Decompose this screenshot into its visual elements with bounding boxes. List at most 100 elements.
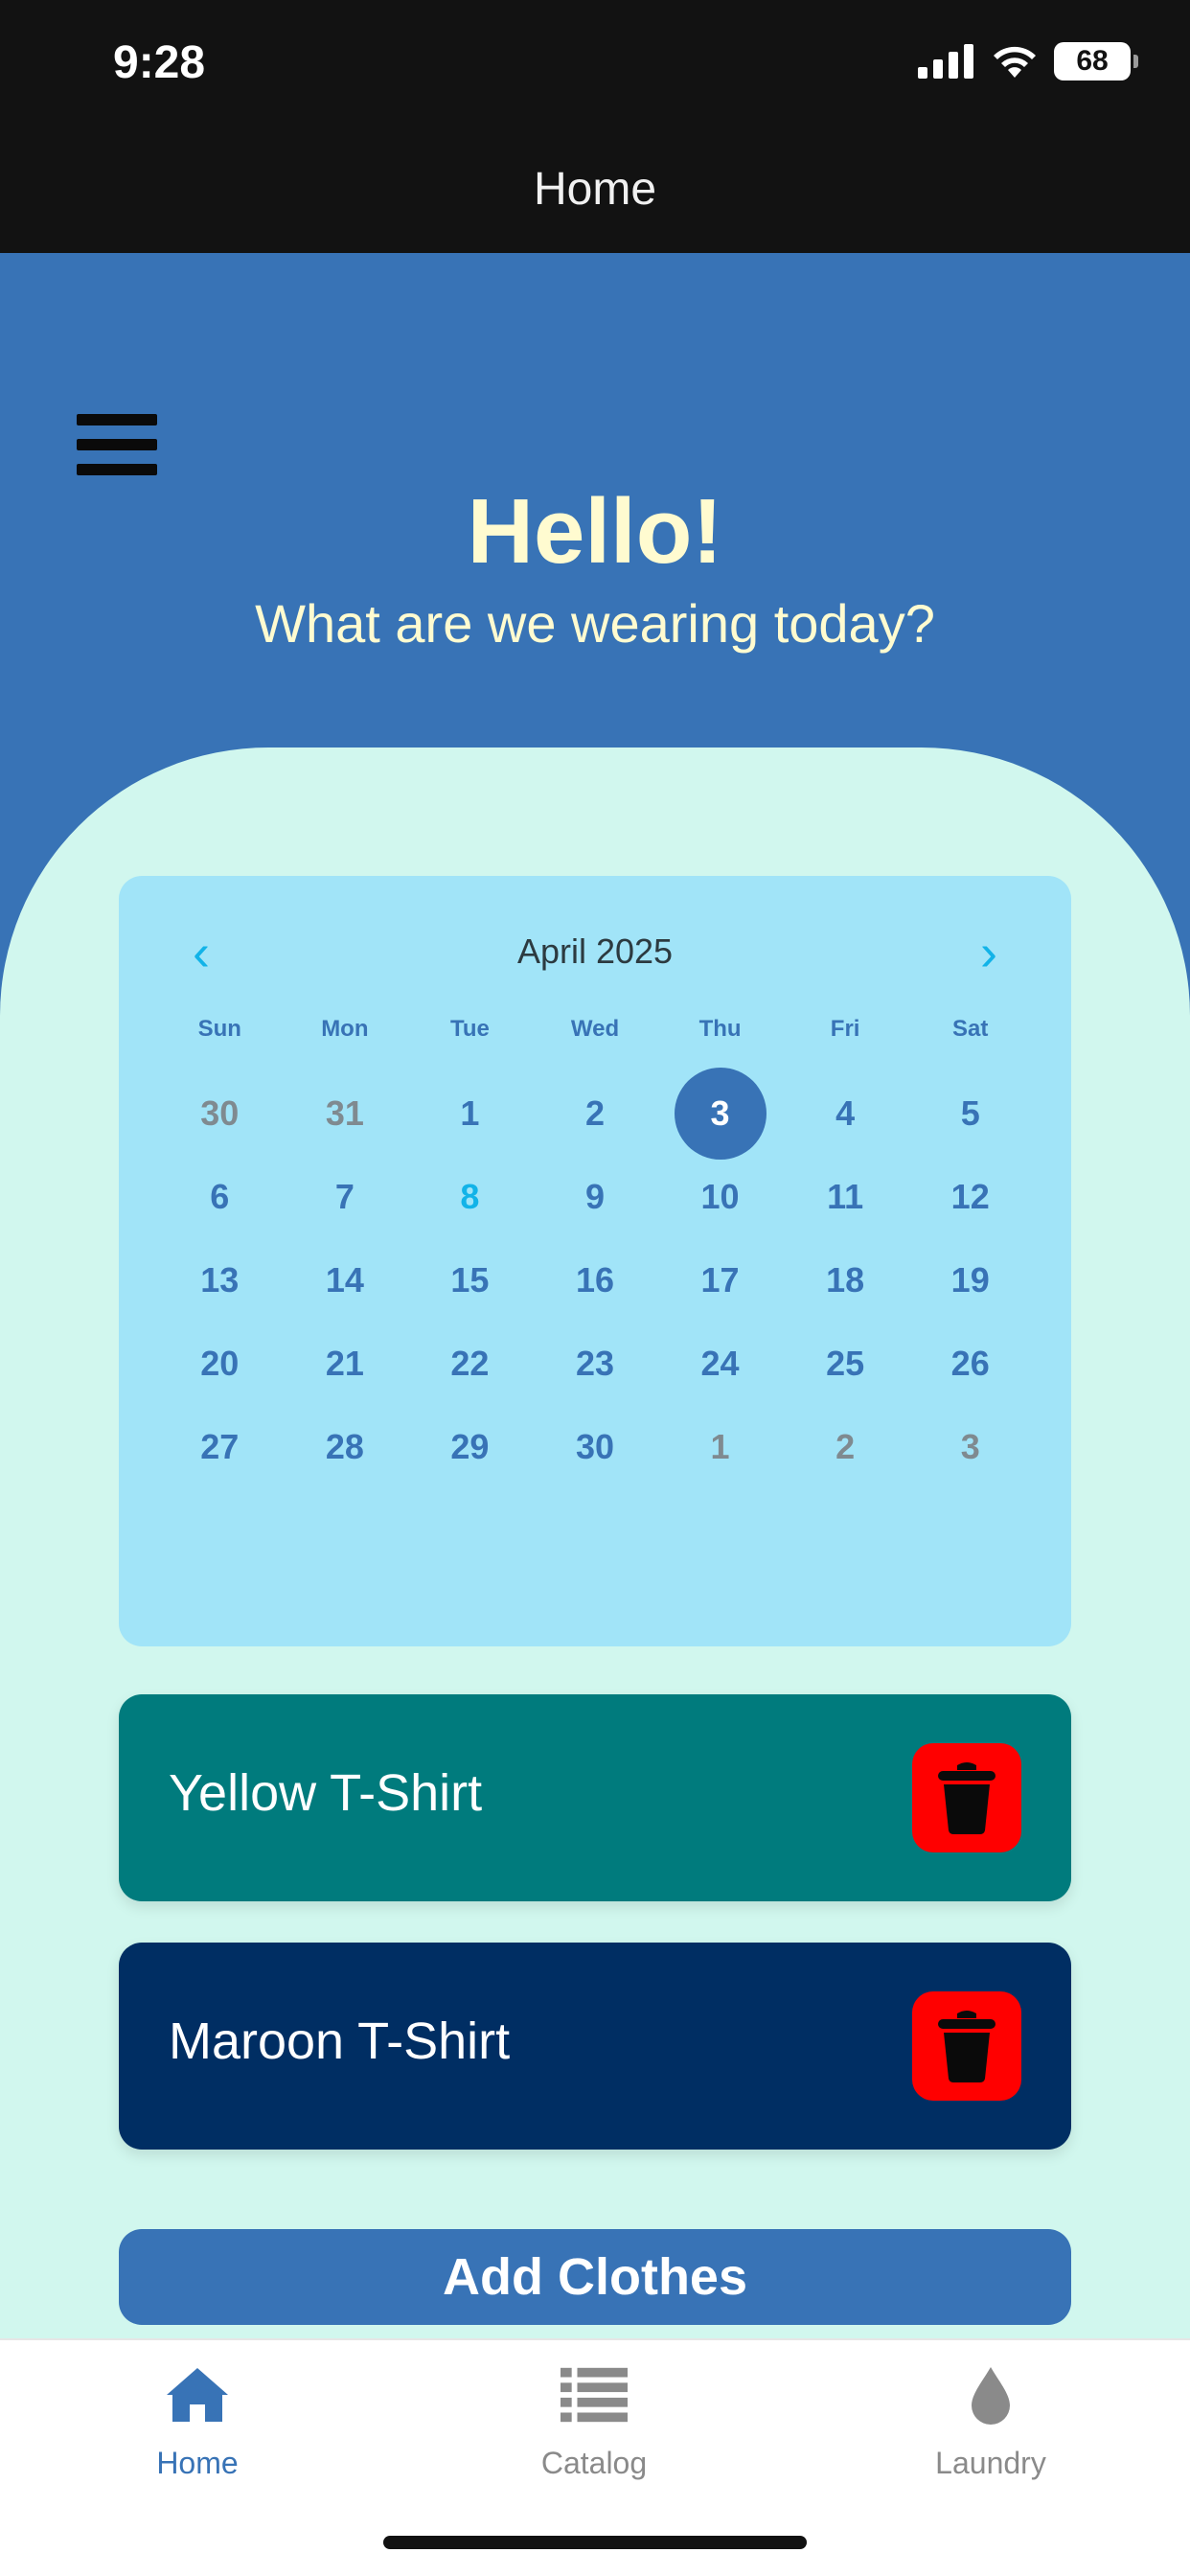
calendar-month: April 2025: [516, 932, 674, 971]
tab-label: Home: [156, 2446, 239, 2480]
calendar-day[interactable]: 5: [907, 1071, 1033, 1155]
calendar-day-number: 12: [950, 1176, 990, 1216]
calendar-day-number: 30: [575, 1426, 615, 1466]
tab-home[interactable]: Home: [82, 2361, 312, 2486]
calendar-day[interactable]: 15: [407, 1238, 533, 1322]
calendar-day[interactable]: 30: [157, 1071, 283, 1155]
calendar-day-number: 23: [575, 1343, 615, 1383]
calendar-day-number: 26: [950, 1343, 990, 1383]
calendar-day[interactable]: 27: [157, 1405, 283, 1488]
calendar-day-number: 16: [575, 1259, 615, 1300]
calendar-day-number: 6: [210, 1176, 230, 1216]
calendar-day-number: 3: [674, 1067, 767, 1160]
calendar-day[interactable]: 1: [657, 1405, 783, 1488]
calendar-day[interactable]: 21: [283, 1322, 408, 1405]
calendar-day-number: 17: [700, 1259, 740, 1300]
calendar-day[interactable]: 17: [657, 1238, 783, 1322]
calendar-day[interactable]: 10: [657, 1155, 783, 1238]
calendar-day[interactable]: 25: [783, 1322, 908, 1405]
delete-button[interactable]: [912, 1991, 1021, 2101]
calendar-day-number: 1: [710, 1426, 730, 1466]
calendar-day[interactable]: 12: [907, 1155, 1033, 1238]
calendar-day[interactable]: 7: [283, 1155, 408, 1238]
calendar-day-number: 28: [325, 1426, 364, 1466]
trash-icon: [938, 1762, 995, 1834]
home-indicator: [383, 2536, 807, 2549]
calendar-day[interactable]: 18: [783, 1238, 908, 1322]
top-bar: 9:28 68 Home: [0, 0, 1190, 253]
battery-icon: 68: [1054, 42, 1138, 80]
calendar-day-number: 8: [460, 1176, 480, 1216]
calendar-day[interactable]: 4: [783, 1071, 908, 1155]
calendar-day[interactable]: 30: [533, 1405, 658, 1488]
status-icons: 68: [918, 42, 1138, 80]
hamburger-menu-icon[interactable]: [77, 414, 157, 475]
calendar-day[interactable]: 29: [407, 1405, 533, 1488]
calendar-day[interactable]: 28: [283, 1405, 408, 1488]
calendar-day-number: 9: [584, 1176, 605, 1216]
calendar-day[interactable]: 20: [157, 1322, 283, 1405]
calendar-day[interactable]: 8: [407, 1155, 533, 1238]
greeting: Hello!: [467, 480, 723, 583]
clothing-item[interactable]: Yellow T-Shirt: [119, 1694, 1071, 1901]
weekday-label: Fri: [830, 1016, 860, 1042]
calendar-day[interactable]: 22: [407, 1322, 533, 1405]
calendar-day-number: 2: [835, 1426, 856, 1466]
add-clothes-button[interactable]: Add Clothes: [119, 2229, 1071, 2325]
calendar-day[interactable]: 26: [907, 1322, 1033, 1405]
calendar-weekdays: Sun Mon Tue Wed Thu Fri Sat: [119, 1016, 1071, 1043]
status-time: 9:28: [113, 37, 206, 88]
page-title: Home: [533, 164, 657, 215]
home-icon: [167, 2368, 228, 2422]
weekday-label: Tue: [449, 1016, 490, 1042]
tab-label: Laundry: [935, 2446, 1046, 2480]
calendar-day[interactable]: 6: [157, 1155, 283, 1238]
calendar-day[interactable]: 3: [907, 1405, 1033, 1488]
calendar-day[interactable]: 2: [783, 1405, 908, 1488]
calendar-day[interactable]: 19: [907, 1238, 1033, 1322]
calendar-day[interactable]: 16: [533, 1238, 658, 1322]
weekday-label: Thu: [698, 1016, 742, 1042]
weekday-label: Mon: [321, 1016, 369, 1042]
calendar-day-number: 31: [325, 1092, 364, 1133]
calendar-day[interactable]: 31: [283, 1071, 408, 1155]
tab-laundry[interactable]: Laundry: [876, 2361, 1106, 2486]
calendar-header: ‹ April 2025 ›: [119, 924, 1071, 981]
calendar-day-selected[interactable]: 3: [657, 1067, 783, 1160]
calendar-day-number: 22: [450, 1343, 490, 1383]
signal-icon: [918, 44, 973, 79]
calendar-day[interactable]: 13: [157, 1238, 283, 1322]
calendar-day[interactable]: 11: [783, 1155, 908, 1238]
calendar-day-number: 24: [700, 1343, 740, 1383]
calendar-day-number: 5: [960, 1092, 980, 1133]
calendar-day-number: 13: [200, 1259, 240, 1300]
wifi-icon: [994, 46, 1036, 78]
greeting-subtitle: What are we wearing today?: [255, 593, 935, 654]
calendar-day-number: 18: [826, 1259, 865, 1300]
tab-catalog[interactable]: Catalog: [479, 2361, 709, 2486]
calendar-day-number: 15: [450, 1259, 490, 1300]
calendar-day[interactable]: 14: [283, 1238, 408, 1322]
calendar-day-number: 27: [200, 1426, 240, 1466]
calendar-day-number: 2: [584, 1092, 605, 1133]
trash-icon: [938, 2011, 995, 2082]
calendar-day-number: 30: [200, 1092, 240, 1133]
clothing-item[interactable]: Maroon T-Shirt: [119, 1943, 1071, 2150]
calendar-day-number: 4: [835, 1092, 856, 1133]
calendar-day[interactable]: 2: [533, 1071, 658, 1155]
calendar-day-number: 29: [450, 1426, 490, 1466]
delete-button[interactable]: [912, 1743, 1021, 1852]
calendar-day[interactable]: 1: [407, 1071, 533, 1155]
calendar-day[interactable]: 23: [533, 1322, 658, 1405]
clothing-item-label: Yellow T-Shirt: [169, 1764, 483, 1822]
calendar-days: 30 31 1 2 3 4 5 6 7 8 9 10 11 12 13 14 15 16 17 18 19 20 21 22 2…: [119, 1067, 1071, 1488]
calendar-day-number: 11: [827, 1176, 864, 1216]
chevron-right-icon[interactable]: ›: [960, 924, 1018, 981]
droplet-icon: [972, 2367, 1010, 2425]
calendar-day-number: 25: [826, 1343, 865, 1383]
calendar-day-number: 20: [200, 1343, 240, 1383]
calendar-day-number: 1: [460, 1092, 480, 1133]
calendar-day[interactable]: 24: [657, 1322, 783, 1405]
weekday-label: Wed: [570, 1016, 620, 1042]
calendar-day[interactable]: 9: [533, 1155, 658, 1238]
